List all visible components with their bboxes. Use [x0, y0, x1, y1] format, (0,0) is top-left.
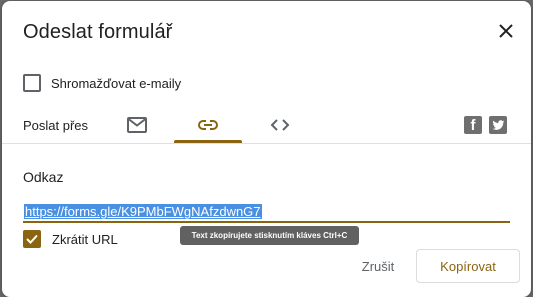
url-field[interactable]: https://forms.gle/K9PMbFWgNAfzdwnG7 [23, 201, 510, 223]
url-text[interactable]: https://forms.gle/K9PMbFWgNAfzdwnG7 [24, 204, 262, 219]
close-button[interactable] [494, 19, 518, 43]
checkmark-icon [26, 234, 38, 244]
tab-link[interactable] [174, 105, 242, 145]
code-icon [270, 119, 290, 131]
tab-email[interactable] [103, 105, 171, 145]
send-form-dialog: Odeslat formulář Shromažďovat e-maily Po… [2, 1, 531, 297]
dialog-title: Odeslat formulář [23, 21, 173, 43]
tabs-divider [2, 143, 531, 144]
facebook-icon: f [470, 116, 476, 134]
copy-button[interactable]: Kopírovat [416, 249, 520, 283]
shorten-url-checkbox[interactable] [23, 230, 41, 248]
collect-emails-label: Shromažďovat e-maily [51, 76, 182, 91]
shorten-url-label: Zkrátit URL [52, 232, 118, 247]
link-icon [198, 120, 218, 130]
cancel-button[interactable]: Zrušit [350, 251, 406, 281]
copy-hint-tooltip: Text zkopírujete stisknutím kláves Ctrl+… [180, 226, 359, 245]
mail-icon [127, 117, 147, 133]
close-icon [499, 24, 513, 38]
link-section-title: Odkaz [23, 169, 64, 185]
collect-emails-checkbox[interactable] [23, 74, 41, 92]
twitter-icon [492, 119, 504, 130]
twitter-share-button[interactable] [489, 116, 507, 134]
send-via-label: Poslat přes [23, 118, 89, 133]
facebook-share-button[interactable]: f [464, 116, 482, 134]
tab-embed-html[interactable] [246, 105, 314, 145]
